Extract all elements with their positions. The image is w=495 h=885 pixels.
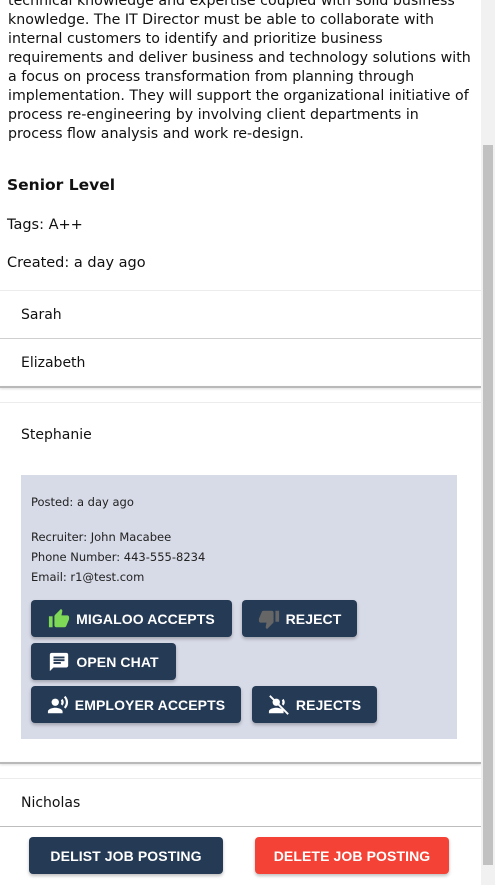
divider xyxy=(0,762,481,764)
candidate-row-elizabeth[interactable]: Elizabeth xyxy=(0,339,481,386)
migaloo-accepts-button[interactable]: MIGALOO ACCEPTS xyxy=(31,600,232,637)
posted-text: Posted: a day ago xyxy=(31,495,134,509)
divider xyxy=(0,386,481,388)
email-text: Email: r1@test.com xyxy=(31,570,145,584)
reject-button[interactable]: REJECT xyxy=(242,600,357,637)
job-detail-page: technical knowledge and expertise couple… xyxy=(0,0,481,885)
vertical-scrollbar[interactable] xyxy=(481,0,495,885)
job-level: Senior Level xyxy=(7,176,116,194)
thumbs-down-icon xyxy=(258,610,279,629)
voice-off-icon xyxy=(268,694,289,715)
job-description: technical knowledge and expertise couple… xyxy=(8,0,471,142)
reject-label: REJECT xyxy=(285,610,342,627)
thumbs-up-icon xyxy=(49,608,70,627)
delist-job-label: DELIST JOB POSTING xyxy=(50,847,202,864)
scrollbar-thumb[interactable] xyxy=(483,145,493,865)
delete-job-label: DELETE JOB POSTING xyxy=(273,847,431,864)
candidate-details-panel: Posted: a day ago Recruiter: John Macabe… xyxy=(21,475,457,739)
divider xyxy=(0,826,481,827)
rejects-button[interactable]: REJECTS xyxy=(252,686,377,723)
candidate-name: Elizabeth xyxy=(21,355,86,371)
open-chat-label: OPEN CHAT xyxy=(76,653,159,670)
candidate-name: Stephanie xyxy=(21,427,92,443)
footer-actions: DELIST JOB POSTING DELETE JOB POSTING xyxy=(0,828,481,885)
record-voice-icon xyxy=(47,695,68,713)
job-tags: Tags: A++ xyxy=(7,217,83,233)
candidate-row-sarah[interactable]: Sarah xyxy=(0,290,481,339)
delist-job-button[interactable]: DELIST JOB POSTING xyxy=(29,837,223,874)
candidate-name: Sarah xyxy=(21,307,62,323)
open-chat-button[interactable]: OPEN CHAT xyxy=(31,643,176,680)
employer-accepts-button[interactable]: EMPLOYER ACCEPTS xyxy=(31,686,241,723)
job-created: Created: a day ago xyxy=(7,255,146,271)
recruiter-text: Recruiter: John Macabee xyxy=(31,530,172,544)
phone-text: Phone Number: 443-555-8234 xyxy=(31,550,206,564)
employer-accepts-label: EMPLOYER ACCEPTS xyxy=(74,696,226,713)
candidate-name: Nicholas xyxy=(21,795,81,811)
candidate-row-nicholas[interactable]: Nicholas xyxy=(0,778,481,829)
chat-icon xyxy=(50,652,69,671)
migaloo-accepts-label: MIGALOO ACCEPTS xyxy=(76,610,215,627)
rejects-label: REJECTS xyxy=(295,696,362,713)
delete-job-button[interactable]: DELETE JOB POSTING xyxy=(255,837,449,874)
